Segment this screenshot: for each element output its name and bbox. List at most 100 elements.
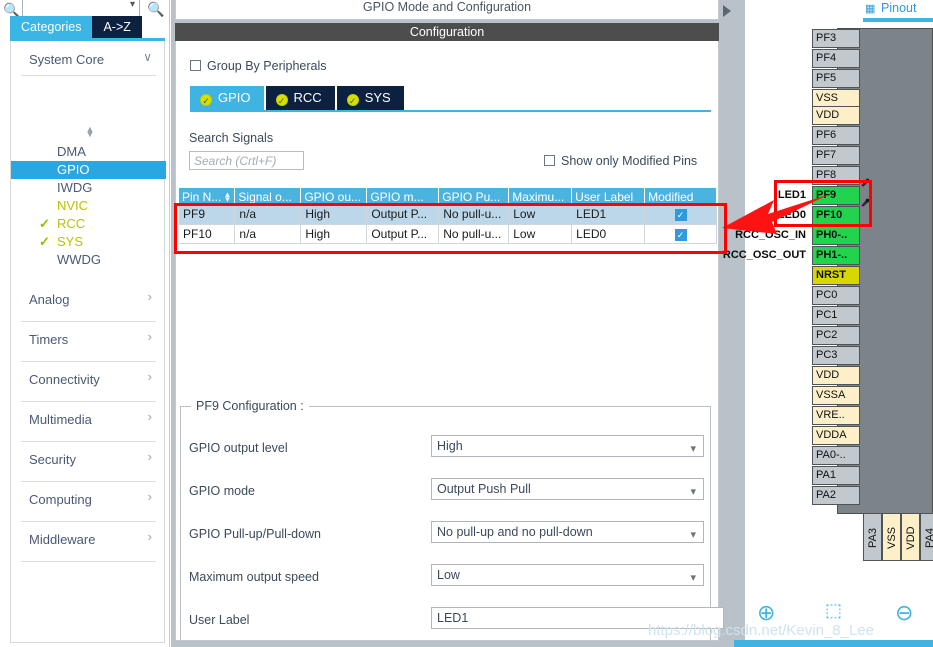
pin-pa4[interactable]: PA4 <box>920 513 933 561</box>
chevron-down-icon: ▾ <box>129 0 135 10</box>
chevron-right-icon: › <box>147 449 152 464</box>
chevron-down-icon: ▾ <box>690 443 696 455</box>
pin-pa0[interactable]: PA0-.. <box>812 446 860 465</box>
col-gpio-pull[interactable]: GPIO Pu... <box>438 188 510 205</box>
col-signal[interactable]: Signal o... <box>234 188 302 205</box>
sidebar-category-security[interactable]: Security › <box>11 441 166 481</box>
expand-arrow-icon[interactable] <box>723 5 731 17</box>
pin-vdd-2[interactable]: VDD <box>812 366 860 385</box>
pin-vssa[interactable]: VSSA <box>812 386 860 405</box>
group-by-peripherals-label: Group By Peripherals <box>207 59 327 73</box>
pin-pf6[interactable]: PF6 <box>812 126 860 145</box>
field-label: Maximum output speed <box>189 570 319 584</box>
scroll-arrows-icon[interactable]: ▲ ▼ <box>83 125 97 139</box>
pin-pc1[interactable]: PC1 <box>812 306 860 325</box>
sidebar-item-label: GPIO <box>57 162 90 177</box>
pin-nrst[interactable]: NRST <box>812 266 860 285</box>
chip-icon: ▦ <box>865 3 876 15</box>
checkbox-box <box>190 60 201 71</box>
sidebar-item-label: IWDG <box>57 180 93 195</box>
cell-modified[interactable]: ✓ <box>644 224 717 244</box>
sidebar-item-iwdg[interactable]: IWDG <box>11 179 166 197</box>
pin-pc3[interactable]: PC3 <box>812 346 860 365</box>
tab-categories[interactable]: Categories <box>10 16 93 38</box>
table-row[interactable]: PF10 n/a High Output P... No pull-u... L… <box>179 224 717 244</box>
col-header-label: Pin N... <box>182 189 222 204</box>
cell-maximum-speed: Low <box>508 205 573 225</box>
sidebar-item-nvic[interactable]: NVIC <box>11 197 166 215</box>
pin-pc0[interactable]: PC0 <box>812 286 860 305</box>
sidebar-item-gpio[interactable]: GPIO <box>11 161 166 179</box>
field-label: User Label <box>189 613 250 627</box>
gpio-mode-select[interactable]: Output Push Pull ▾ <box>431 478 704 500</box>
tab-gpio[interactable]: ✓ GPIO <box>190 86 264 110</box>
sidebar-category-computing[interactable]: Computing › <box>11 481 166 521</box>
tab-sys[interactable]: ✓ SYS <box>336 86 404 110</box>
pin-pa2[interactable]: PA2 <box>812 486 860 505</box>
table-row[interactable]: PF9 n/a High Output P... No pull-u... Lo… <box>179 205 717 225</box>
pin-label: PA3 <box>867 528 879 548</box>
pin-connector-icon <box>861 198 870 207</box>
zoom-out-button[interactable]: ⊖ <box>895 600 913 626</box>
pin-pf5[interactable]: PF5 <box>812 69 860 88</box>
sidebar-item-label: NVIC <box>57 198 89 213</box>
gpio-pull-select[interactable]: No pull-up and no pull-down ▾ <box>431 521 704 543</box>
sidebar-category-connectivity[interactable]: Connectivity › <box>11 361 166 401</box>
col-gpio-output[interactable]: GPIO ou... <box>300 188 368 205</box>
watermark: https://blog.csdn.net/Kevin_8_Lee <box>648 622 874 639</box>
col-modified[interactable]: Modified <box>644 188 717 205</box>
pin-pf8[interactable]: PF8 <box>812 166 860 185</box>
show-only-modified-pins-checkbox[interactable]: Show only Modified Pins <box>544 154 697 168</box>
maximum-output-speed-select[interactable]: Low ▾ <box>431 564 704 586</box>
sidebar-tabs: Categories A->Z <box>10 16 142 38</box>
tab-pinout[interactable]: ▦ Pinout <box>863 0 933 18</box>
gpio-output-level-select[interactable]: High ▾ <box>431 435 704 457</box>
peripheral-tabs-underline <box>190 110 711 112</box>
tab-a-to-z[interactable]: A->Z <box>92 16 142 38</box>
col-pin-name[interactable]: ▲ ▼ Pin N... <box>179 188 236 205</box>
pin-vdda[interactable]: VDDA <box>812 426 860 445</box>
sidebar-item-wwdg[interactable]: WWDG <box>11 251 166 269</box>
group-system-core[interactable]: System Core ∨ <box>11 45 166 75</box>
cell-modified[interactable]: ✓ <box>644 205 717 225</box>
vertical-scrollbar[interactable] <box>734 0 745 647</box>
pin-vdd-3[interactable]: VDD <box>901 513 920 561</box>
zoom-fit-icon: ⬚ <box>825 600 843 620</box>
pin-pc2[interactable]: PC2 <box>812 326 860 345</box>
pin-vss-3[interactable]: VSS <box>882 513 901 561</box>
sidebar-item-label: DMA <box>57 144 86 159</box>
search-secondary-icon[interactable]: 🔍 <box>147 1 164 18</box>
tab-rcc[interactable]: ✓ RCC <box>265 86 335 110</box>
col-gpio-mode[interactable]: GPIO m... <box>366 188 440 205</box>
annotation-arrow <box>722 194 830 234</box>
sidebar-item-sys[interactable]: ✓ SYS <box>11 233 166 251</box>
search-signals-input[interactable]: Search (Crtl+F) <box>189 151 304 170</box>
sidebar-item-label: WWDG <box>57 252 102 267</box>
zoom-fit-button[interactable]: ⬚ <box>825 600 842 621</box>
cell-user-label: LED1 <box>571 205 646 225</box>
checkbox-box <box>544 155 555 166</box>
group-by-peripherals-checkbox[interactable]: Group By Peripherals <box>190 59 327 73</box>
sidebar-item-rcc[interactable]: ✓ RCC <box>11 215 166 233</box>
chevron-right-icon: › <box>147 289 152 304</box>
pin-pf4[interactable]: PF4 <box>812 49 860 68</box>
sidebar-category-middleware[interactable]: Middleware › <box>11 521 166 561</box>
col-user-label[interactable]: User Label <box>571 188 646 205</box>
select-value: Low <box>437 568 460 582</box>
chevron-right-icon: › <box>147 529 152 544</box>
pin-pa1[interactable]: PA1 <box>812 466 860 485</box>
sidebar-category-label: Multimedia <box>29 412 92 427</box>
cell-gpio-pull: No pull-u... <box>438 205 510 225</box>
pin-vdd-1[interactable]: VDD <box>812 106 860 125</box>
sidebar-category-timers[interactable]: Timers › <box>11 321 166 361</box>
sidebar-category-analog[interactable]: Analog › <box>11 281 166 321</box>
pin-pf3[interactable]: PF3 <box>812 29 860 48</box>
sidebar-category-multimedia[interactable]: Multimedia › <box>11 401 166 441</box>
sidebar-item-dma[interactable]: DMA <box>11 143 166 161</box>
pin-vref[interactable]: VRE.. <box>812 406 860 425</box>
pin-pf7[interactable]: PF7 <box>812 146 860 165</box>
col-maximum-speed[interactable]: Maximu... <box>508 188 573 205</box>
sidebar-item-label: RCC <box>57 216 86 231</box>
configuration-header: Configuration <box>175 23 719 41</box>
pin-pa3[interactable]: PA3 <box>863 513 882 561</box>
